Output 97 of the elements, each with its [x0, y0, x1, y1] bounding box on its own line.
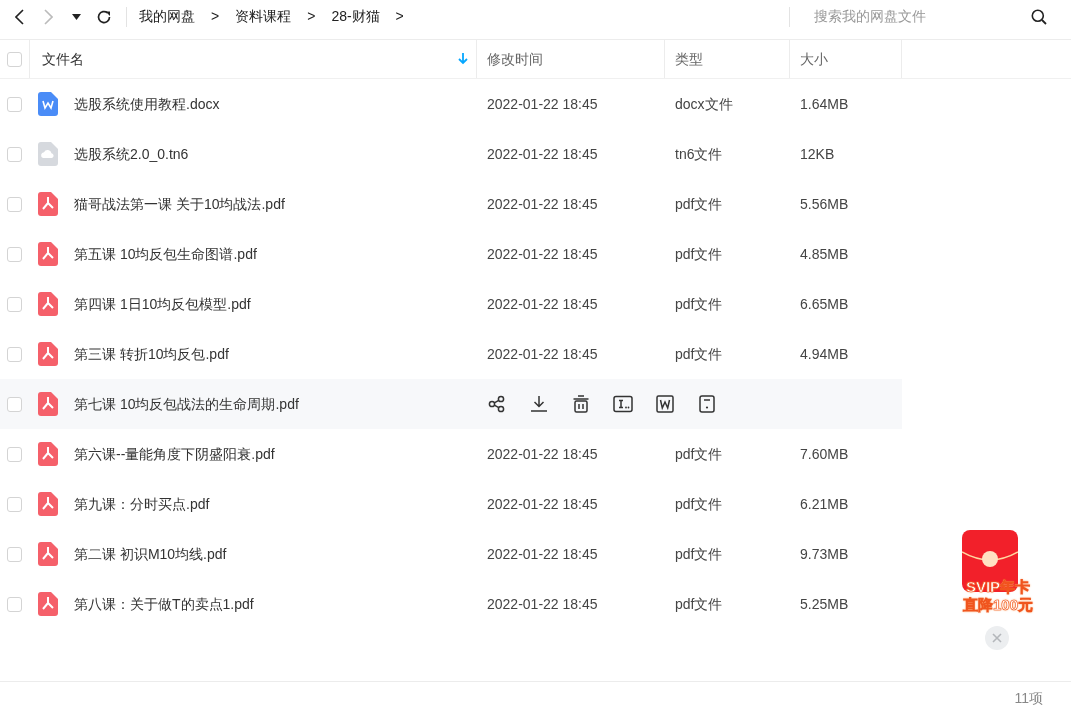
file-name[interactable]: 选股系统使用教程.docx [74, 93, 220, 115]
column-header[interactable]: 大小 [800, 48, 828, 70]
file-name[interactable]: 猫哥战法第一课 关于10均战法.pdf [74, 193, 285, 215]
pdf-file-icon [38, 342, 58, 366]
caret-icon [71, 13, 81, 20]
pdf-file-icon [38, 542, 58, 566]
pdf-file-icon [38, 492, 58, 516]
pdf-file-icon [38, 192, 58, 216]
word-convert-icon [656, 395, 674, 413]
column-header[interactable]: 修改时间 [487, 48, 543, 70]
column-header[interactable]: 文件名 [42, 48, 84, 70]
file-type-cell-text: pdf文件 [674, 244, 724, 264]
modified-time-cell-text: 2022-01-22 18:45 [486, 94, 599, 114]
row-checkbox[interactable] [7, 496, 22, 512]
download-icon [530, 395, 548, 413]
row-checkbox[interactable] [7, 96, 22, 112]
file-size-cell-text: 4.94MB [799, 344, 850, 364]
pdf-file-icon [38, 592, 58, 616]
word-convert-button[interactable] [655, 394, 675, 414]
row-checkbox[interactable] [7, 146, 22, 162]
back-icon [15, 8, 25, 25]
row-checkbox[interactable] [7, 196, 22, 212]
select-all-checkbox[interactable] [7, 51, 22, 67]
rename-button[interactable] [613, 394, 633, 414]
row-checkbox[interactable] [7, 246, 22, 262]
modified-time-cell-text: 2022-01-22 18:45 [486, 194, 599, 214]
file-size-cell-text: 6.21MB [799, 494, 850, 514]
file-size-cell-text: 1.64MB [799, 94, 850, 114]
item-count: 11项 [1014, 688, 1043, 708]
forward-icon [43, 8, 53, 25]
file-name[interactable]: 选股系统2.0_0.tn6 [74, 143, 189, 165]
file-type-cell-text: pdf文件 [674, 344, 724, 364]
column-header[interactable]: 类型 [675, 48, 703, 70]
row-checkbox[interactable] [7, 346, 22, 362]
rename-icon [613, 395, 633, 413]
file-size-cell-text: 9.73MB [799, 544, 850, 564]
row-checkbox[interactable] [7, 446, 22, 462]
file-type-cell-text: pdf文件 [674, 544, 724, 564]
file-name[interactable]: 第八课：关于做T的卖点1.pdf [74, 593, 254, 615]
file-name[interactable]: 第四课 1日10均反包模型.pdf [74, 293, 251, 315]
modified-time-cell-text: 2022-01-22 18:45 [486, 294, 599, 314]
file-type-cell-text: docx文件 [674, 94, 734, 114]
download-button[interactable] [529, 394, 549, 414]
cloud-file-icon [38, 142, 58, 166]
file-name[interactable]: 第五课 10均反包生命图谱.pdf [74, 243, 257, 265]
document-icon [699, 395, 715, 413]
modified-time-cell-text: 2022-01-22 18:45 [486, 444, 599, 464]
pdf-file-icon [38, 442, 58, 466]
file-type-cell-text: pdf文件 [674, 594, 724, 614]
search-field[interactable]: 搜索我的网盘文件 [812, 5, 1025, 28]
file-name[interactable]: 第六课--量能角度下阴盛阳衰.pdf [74, 443, 275, 465]
modified-time-cell-text: 2022-01-22 18:45 [486, 544, 599, 564]
refresh-icon [96, 8, 112, 25]
close-icon [992, 633, 1002, 643]
share-icon [488, 395, 506, 413]
breadcrumb-link[interactable]: 资料课程 [231, 6, 296, 27]
breadcrumb-separator: > [306, 7, 317, 26]
file-size-cell-text: 5.56MB [799, 194, 850, 214]
file-size-cell-text: 6.65MB [799, 294, 850, 314]
promo-text: SVIP年卡 直降100元 [961, 578, 1034, 614]
modified-time-cell-text: 2022-01-22 18:45 [486, 594, 599, 614]
close-button[interactable] [985, 626, 1009, 650]
file-name[interactable]: 第九课：分时买点.pdf [74, 493, 210, 515]
file-name[interactable]: 第二课 初识M10均线.pdf [74, 543, 227, 565]
file-name[interactable]: 第三课 转折10均反包.pdf [74, 343, 229, 365]
breadcrumb-separator: > [394, 7, 405, 26]
breadcrumb-link[interactable]: 28-财猫 [327, 6, 384, 27]
pdf-file-icon [38, 242, 58, 266]
file-size-cell-text: 4.85MB [799, 244, 850, 264]
pdf-file-icon [38, 292, 58, 316]
modified-time-cell-text: 2022-01-22 18:45 [486, 244, 599, 264]
pdf-file-icon [38, 392, 58, 416]
breadcrumb-link[interactable]: 我的网盘 [135, 6, 199, 27]
file-type-cell-text: tn6文件 [674, 144, 724, 164]
file-size-cell-text: 5.25MB [799, 594, 850, 614]
hovered-row[interactable]: 第七课 10均反包战法的生命周期.pdf [0, 379, 902, 429]
delete-icon [572, 395, 590, 413]
row-checkbox[interactable] [7, 396, 22, 412]
file-type-cell-text: pdf文件 [674, 494, 724, 514]
file-type-cell-text: pdf文件 [674, 194, 724, 214]
row-checkbox[interactable] [7, 596, 22, 612]
search-icon [1031, 8, 1047, 25]
file-type-cell-text: pdf文件 [674, 294, 724, 314]
modified-time-cell-text: 2022-01-22 18:45 [486, 144, 599, 164]
word-document-icon [38, 92, 58, 116]
share-button[interactable] [487, 394, 507, 414]
breadcrumb-separator: > [210, 7, 221, 26]
delete-button[interactable] [571, 394, 591, 414]
file-name[interactable]: 第七课 10均反包战法的生命周期.pdf [74, 393, 299, 415]
file-type-cell-text: pdf文件 [674, 444, 724, 464]
row-checkbox[interactable] [7, 296, 22, 312]
row-checkbox[interactable] [7, 546, 22, 562]
file-size-cell-text: 7.60MB [799, 444, 850, 464]
document-button[interactable] [697, 394, 717, 414]
modified-time-cell-text: 2022-01-22 18:45 [486, 494, 599, 514]
file-size-cell-text: 12KB [799, 144, 836, 164]
modified-time-cell-text: 2022-01-22 18:45 [486, 344, 599, 364]
